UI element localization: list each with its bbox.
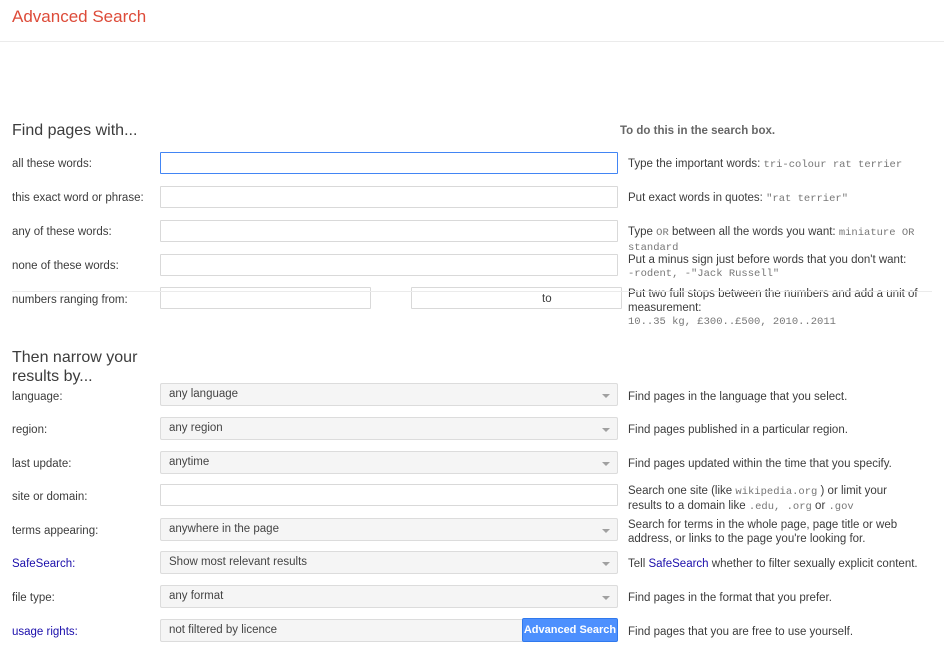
- hint-language: Find pages in the language that you sele…: [628, 391, 848, 403]
- field-any-of-these-words: [160, 220, 618, 242]
- field-none-of-these-words: [160, 254, 618, 276]
- hint-text-3: or: [815, 500, 826, 512]
- region-select-value: any region: [169, 422, 223, 434]
- label-none-of-these-words: none of these words:: [12, 260, 119, 272]
- label-all-these-words: all these words:: [12, 158, 92, 170]
- label-any-of-these-words: any of these words:: [12, 226, 112, 238]
- section-divider: [12, 291, 932, 292]
- hint-exact-phrase: Put exact words in quotes: "rat terrier": [628, 191, 928, 206]
- file-type-select-value: any format: [169, 590, 224, 602]
- hint-last-update: Find pages updated within the time that …: [628, 458, 892, 470]
- region-select[interactable]: any region: [160, 417, 618, 440]
- chevron-down-icon: [602, 529, 610, 533]
- advanced-search-submit-button[interactable]: Advanced Search: [522, 618, 618, 642]
- hint-all-these-words: Type the important words: tri-colour rat…: [628, 157, 928, 172]
- exact-phrase-input[interactable]: [160, 186, 618, 208]
- label-safesearch[interactable]: SafeSearch:: [12, 557, 152, 571]
- hint-numbers-ranging: Put two full stops between the numbers a…: [628, 287, 924, 329]
- field-region: any region: [160, 417, 618, 440]
- any-of-these-words-input[interactable]: [160, 220, 618, 242]
- field-last-update: anytime: [160, 451, 618, 474]
- hint-file-type: Find pages in the format that you prefer…: [628, 592, 832, 604]
- none-of-these-words-input[interactable]: [160, 254, 618, 276]
- chevron-down-icon: [602, 562, 610, 566]
- label-exact-phrase: this exact word or phrase:: [12, 192, 144, 204]
- field-language: any language: [160, 383, 618, 406]
- hint-code-or: OR: [656, 227, 669, 239]
- safesearch-select-value: Show most relevant results: [169, 556, 308, 568]
- safesearch-select[interactable]: Show most relevant results: [160, 551, 618, 574]
- language-select-value: any language: [169, 388, 239, 400]
- field-exact-phrase: [160, 186, 618, 208]
- hint-text: Put a minus sign just before words that …: [628, 254, 907, 266]
- hint-text: Tell: [628, 558, 646, 570]
- hint-code-edu-org: .edu, .org: [748, 501, 812, 513]
- hint-text: Type: [628, 226, 653, 238]
- hint-code-gov: .gov: [828, 501, 854, 513]
- usage-rights-select-value: not filtered by licence: [169, 624, 278, 636]
- hint-code: tri-colour rat terrier: [763, 159, 903, 171]
- page-title: Advanced Search: [12, 7, 147, 26]
- hint-site-or-domain: Search one site (like wikipedia.org ) or…: [628, 484, 924, 514]
- hint-code: "rat terrier": [766, 193, 849, 205]
- label-numbers-ranging: numbers ranging from:: [12, 294, 128, 306]
- label-terms-appearing: terms appearing:: [12, 525, 99, 537]
- site-or-domain-input[interactable]: [160, 484, 618, 506]
- chevron-down-icon: [602, 462, 610, 466]
- chevron-down-icon: [602, 394, 610, 398]
- hint-region: Find pages published in a particular reg…: [628, 424, 848, 436]
- hint-text: Put exact words in quotes:: [628, 192, 763, 204]
- hint-text-2: whether to filter sexually explicit cont…: [711, 558, 918, 570]
- chevron-down-icon: [602, 428, 610, 432]
- label-language: language:: [12, 391, 63, 403]
- last-update-select-value: anytime: [169, 456, 210, 468]
- label-usage-rights[interactable]: usage rights:: [12, 625, 152, 639]
- usage-rights-label-link[interactable]: usage rights:: [12, 626, 78, 638]
- language-select[interactable]: any language: [160, 383, 618, 406]
- last-update-select[interactable]: anytime: [160, 451, 618, 474]
- numbers-range-separator: to: [542, 293, 552, 305]
- label-region: region:: [12, 424, 48, 436]
- label-last-update: last update:: [12, 458, 72, 470]
- narrow-results-heading: Then narrow your results by...: [12, 349, 138, 385]
- hint-any-of-these-words: Type OR between all the words you want: …: [628, 225, 928, 255]
- label-file-type: file type:: [12, 592, 55, 604]
- field-all-these-words: [160, 152, 618, 174]
- field-file-type: any format: [160, 585, 618, 608]
- hint-safesearch: Tell SafeSearch whether to filter sexual…: [628, 557, 928, 571]
- hint-code-wikipedia: wikipedia.org: [735, 486, 818, 498]
- chevron-down-icon: [602, 596, 610, 600]
- find-pages-heading: Find pages with...: [12, 122, 138, 139]
- all-these-words-input[interactable]: [160, 152, 618, 174]
- hint-text: Search one site (like: [628, 485, 733, 497]
- terms-appearing-select-value: anywhere in the page: [169, 523, 279, 535]
- field-terms-appearing: anywhere in the page: [160, 518, 618, 541]
- hint-terms-appearing: Search for terms in the whole page, page…: [628, 519, 898, 545]
- hint-code: 10..35 kg, £300..£500, 2010..2011: [628, 316, 836, 328]
- hint-code: -rodent, -"Jack Russell": [628, 268, 780, 280]
- page-header: Advanced Search: [0, 0, 944, 42]
- field-site-or-domain: [160, 484, 618, 506]
- terms-appearing-select[interactable]: anywhere in the page: [160, 518, 618, 541]
- safesearch-hint-link[interactable]: SafeSearch: [648, 558, 708, 570]
- hint-usage-rights: Find pages that you are free to use your…: [628, 626, 854, 638]
- search-box-hint-heading: To do this in the search box.: [620, 125, 776, 137]
- label-site-or-domain: site or domain:: [12, 491, 88, 503]
- safesearch-label-link[interactable]: SafeSearch:: [12, 558, 75, 570]
- hint-none-of-these-words: Put a minus sign just before words that …: [628, 253, 928, 281]
- file-type-select[interactable]: any format: [160, 585, 618, 608]
- hint-text-2: between all the words you want:: [671, 226, 836, 238]
- field-safesearch: Show most relevant results: [160, 551, 618, 574]
- hint-text: Type the important words:: [628, 158, 761, 170]
